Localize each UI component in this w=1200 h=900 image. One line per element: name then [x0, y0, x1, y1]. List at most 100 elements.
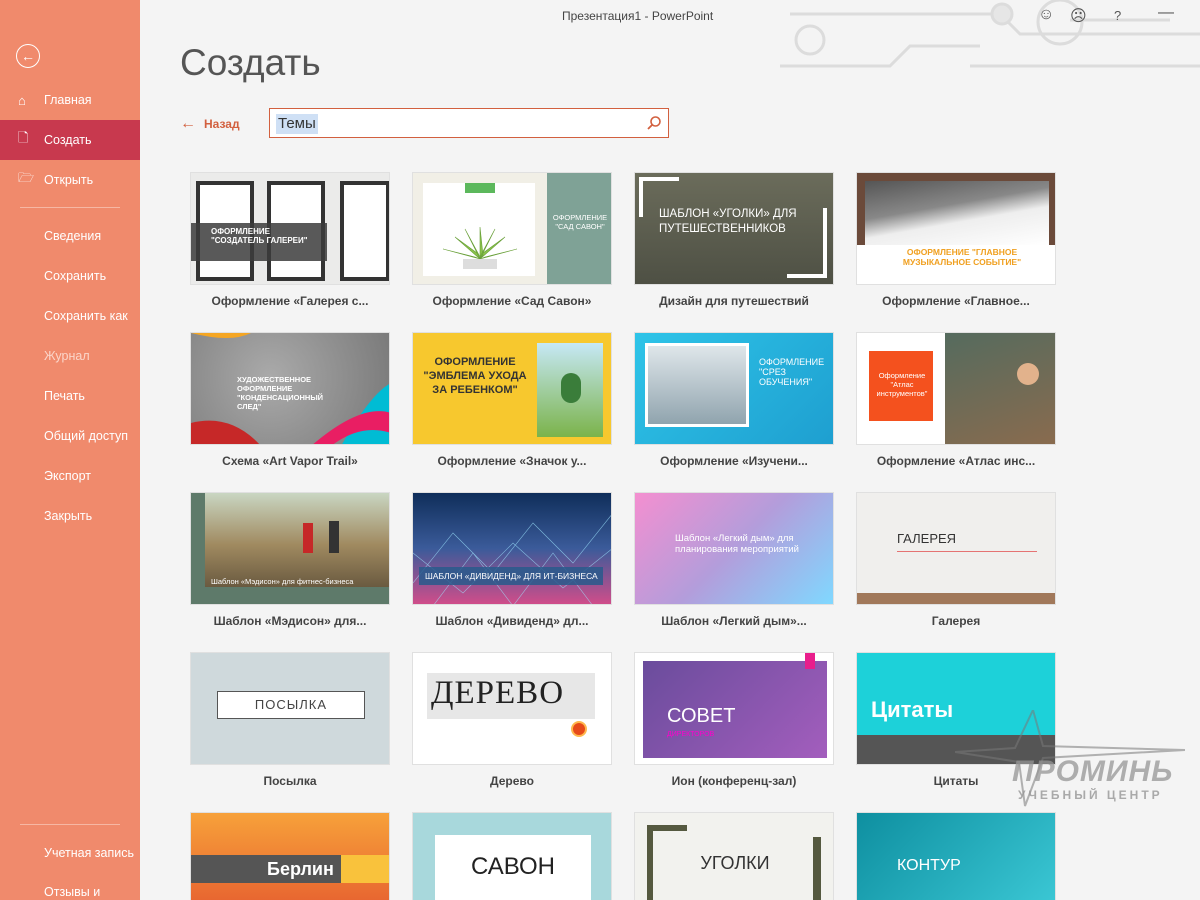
template-thumbnail: Оформление "Атлас инструментов": [856, 332, 1056, 445]
watermark-title: ПРОМИНЬ: [1012, 755, 1174, 788]
back-arrow-button[interactable]: ←: [16, 44, 40, 68]
thumb-title: КОНТУР: [897, 857, 961, 874]
template-card[interactable]: СОВЕТ ДИРЕКТОРОВ Ион (конференц-зал): [634, 652, 834, 788]
template-card[interactable]: ГАЛЕРЕЯ Галерея: [856, 492, 1056, 628]
backstage-sidebar: ← ⌂ Главная 🗋 Создать 🗁 Открыть Сведения…: [0, 0, 140, 900]
template-card[interactable]: КОНТУР: [856, 812, 1056, 900]
template-caption: Схема «Art Vapor Trail»: [222, 454, 358, 468]
search-input[interactable]: Темы: [276, 114, 318, 134]
help-icon[interactable]: ?: [1114, 8, 1121, 23]
sidebar-item-new[interactable]: 🗋 Создать: [0, 120, 140, 160]
template-thumbnail: ОФОРМЛЕНИЕ "СОЗДАТЕЛЬ ГАЛЕРЕИ": [190, 172, 390, 285]
template-caption: Шаблон «Дивиденд» дл...: [435, 614, 589, 628]
template-thumbnail: ГАЛЕРЕЯ: [856, 492, 1056, 605]
sidebar-item-label: Сведения: [44, 229, 102, 243]
template-thumbnail: СОВЕТ ДИРЕКТОРОВ: [634, 652, 834, 765]
sidebar-item-label: Создать: [44, 133, 92, 147]
sidebar-item-print[interactable]: Печать: [0, 376, 140, 416]
sidebar-item-feedback[interactable]: Отзывы и: [0, 872, 140, 900]
sidebar-divider: [20, 824, 120, 825]
template-caption: Галерея: [931, 614, 981, 628]
template-caption: Шаблон «Мэдисон» для...: [213, 614, 367, 628]
thumb-title: ГАЛЕРЕЯ: [897, 531, 957, 546]
template-caption: Оформление «Галерея с...: [211, 294, 369, 308]
sidebar-item-close[interactable]: Закрыть: [0, 496, 140, 536]
template-card[interactable]: Шаблон «Легкий дым» для планирования мер…: [634, 492, 834, 628]
template-thumbnail: ОФОРМЛЕНИЕ "СРЕЗ ОБУЧЕНИЯ": [634, 332, 834, 445]
template-card[interactable]: ДЕРЕВО Дерево: [412, 652, 612, 788]
sidebar-item-save[interactable]: Сохранить: [0, 256, 140, 296]
page-title: Создать: [180, 42, 321, 83]
sidebar-item-open[interactable]: 🗁 Открыть: [0, 160, 140, 200]
sidebar-item-share[interactable]: Общий доступ: [0, 416, 140, 456]
template-card[interactable]: ОФОРМЛЕНИЕ "СРЕЗ ОБУЧЕНИЯ" Оформление «И…: [634, 332, 834, 468]
template-caption: Дизайн для путешествий: [659, 294, 809, 308]
thumb-title: ШАБЛОН «ДИВИДЕНД» ДЛЯ ИТ-БИЗНЕСА: [425, 571, 598, 581]
search-icon[interactable]: [646, 115, 662, 131]
template-thumbnail: Цитаты: [856, 652, 1056, 765]
smiley-sad-icon[interactable]: ☹: [1070, 6, 1087, 26]
sidebar-item-label: Журнал: [44, 349, 90, 363]
sidebar-item-save-as[interactable]: Сохранить как: [0, 296, 140, 336]
thumb-title: ОФОРМЛЕНИЕ "СРЕЗ ОБУЧЕНИЯ": [759, 357, 825, 387]
thumb-title: Берлин: [267, 859, 334, 879]
template-card[interactable]: ОФОРМЛЕНИЕ "СОЗДАТЕЛЬ ГАЛЕРЕИ" Оформлени…: [190, 172, 390, 308]
arrow-left-icon: ←: [21, 48, 35, 64]
thumb-title: Оформление "Атлас инструментов": [876, 371, 928, 398]
new-document-icon: 🗋: [18, 130, 29, 145]
template-card[interactable]: ОФОРМЛЕНИЕ "ЭМБЛЕМА УХОДА ЗА РЕБЕНКОМ" О…: [412, 332, 612, 468]
thumb-title: ОФОРМЛЕНИЕ "ГЛАВНОЕ МУЗЫКАЛЬНОЕ СОБЫТИЕ": [902, 247, 1022, 267]
thumb-title: УГОЛКИ: [700, 853, 770, 873]
thumb-title: ОФОРМЛЕНИЕ "САД САВОН": [552, 213, 608, 231]
template-card[interactable]: Шаблон «Мэдисон» для фитнес-бизнеса Шабл…: [190, 492, 390, 628]
template-caption: Дерево: [490, 774, 534, 788]
thumb-title: СОВЕТ: [667, 705, 736, 727]
home-icon: ⌂: [18, 92, 26, 108]
template-card[interactable]: ХУДОЖЕСТВЕННОЕ ОФОРМЛЕНИЕ "КОНДЕНСАЦИОНН…: [190, 332, 390, 468]
sidebar-item-history[interactable]: Журнал: [0, 336, 140, 376]
thumb-title: ДЕРЕВО: [431, 675, 565, 711]
thumb-title: САВОН: [470, 853, 556, 880]
template-gallery: ОФОРМЛЕНИЕ "СОЗДАТЕЛЬ ГАЛЕРЕИ" Оформлени…: [190, 172, 1056, 900]
title-bar: Презентация1 - PowerPoint ☺ ☹ ? —: [140, 0, 1200, 32]
template-card[interactable]: ОФОРМЛЕНИЕ "ГЛАВНОЕ МУЗЫКАЛЬНОЕ СОБЫТИЕ"…: [856, 172, 1056, 308]
sidebar-item-label: Отзывы и: [44, 885, 101, 899]
template-thumbnail: Берлин: [190, 812, 390, 900]
thumb-title: ШАБЛОН «УГОЛКИ» ДЛЯ ПУТЕШЕСТВЕННИКОВ: [659, 208, 797, 235]
sidebar-item-export[interactable]: Экспорт: [0, 456, 140, 496]
minimize-icon[interactable]: —: [1158, 4, 1174, 22]
sidebar-item-label: Главная: [44, 93, 92, 107]
template-thumbnail: ШАБЛОН «ДИВИДЕНД» ДЛЯ ИТ-БИЗНЕСА: [412, 492, 612, 605]
template-card[interactable]: ОФОРМЛЕНИЕ "САД САВОН" Оформление «Сад С…: [412, 172, 612, 308]
template-card[interactable]: ШАБЛОН «УГОЛКИ» ДЛЯ ПУТЕШЕСТВЕННИКОВ Диз…: [634, 172, 834, 308]
thumb-subtitle: ДИРЕКТОРОВ: [667, 731, 715, 738]
thumb-title: ОФОРМЛЕНИЕ "ЭМБЛЕМА УХОДА ЗА РЕБЕНКОМ": [423, 356, 527, 396]
sidebar-item-label: Открыть: [44, 173, 94, 187]
template-card[interactable]: ПОСЫЛКА Посылка: [190, 652, 390, 788]
template-caption: Оформление «Главное...: [882, 294, 1030, 308]
template-card[interactable]: Берлин: [190, 812, 390, 900]
sidebar-item-label: Закрыть: [44, 509, 93, 523]
sidebar-item-info[interactable]: Сведения: [0, 216, 140, 256]
template-caption: Ион (конференц-зал): [671, 774, 797, 788]
template-card[interactable]: Оформление "Атлас инструментов" Оформлен…: [856, 332, 1056, 468]
template-card[interactable]: УГОЛКИ: [634, 812, 834, 900]
thumb-title: Шаблон «Легкий дым» для планирования мер…: [675, 533, 799, 555]
sidebar-item-label: Экспорт: [44, 469, 91, 483]
sidebar-divider: [20, 207, 120, 208]
template-card[interactable]: САВОН: [412, 812, 612, 900]
thumb-title: Цитаты: [871, 697, 954, 722]
sidebar-item-label: Общий доступ: [44, 429, 128, 443]
template-thumbnail: УГОЛКИ: [634, 812, 834, 900]
thumb-title: Шаблон «Мэдисон» для фитнес-бизнеса: [211, 577, 354, 586]
sidebar-item-label: Сохранить как: [44, 309, 128, 323]
smiley-happy-icon[interactable]: ☺: [1038, 6, 1054, 24]
folder-open-icon: 🗁: [18, 170, 35, 185]
template-search-box[interactable]: Темы: [269, 108, 669, 138]
sidebar-item-home[interactable]: ⌂ Главная: [0, 80, 140, 120]
template-caption: Шаблон «Легкий дым»...: [661, 614, 807, 628]
sidebar-item-account[interactable]: Учетная запись: [0, 833, 140, 873]
back-link[interactable]: ← Назад: [180, 115, 240, 133]
template-card[interactable]: ШАБЛОН «ДИВИДЕНД» ДЛЯ ИТ-БИЗНЕСА Шаблон …: [412, 492, 612, 628]
template-caption: Оформление «Значок у...: [437, 454, 587, 468]
